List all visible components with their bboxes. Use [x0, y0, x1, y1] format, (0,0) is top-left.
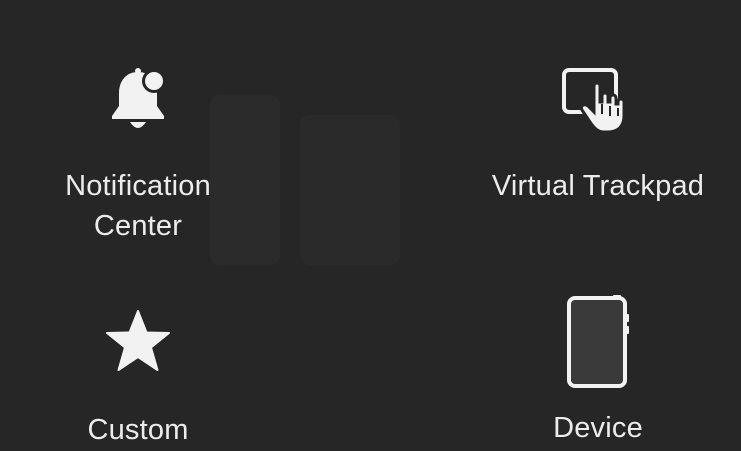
virtual-trackpad-button[interactable]: Virtual Trackpad — [468, 66, 728, 206]
notification-center-button[interactable]: Notification Center — [38, 66, 238, 246]
trackpad-icon — [562, 68, 626, 134]
device-icon — [567, 295, 629, 388]
star-icon — [106, 310, 170, 371]
device-button[interactable]: Device — [498, 294, 698, 448]
bell-icon — [112, 68, 166, 128]
device-label: Device — [553, 408, 643, 448]
label-line: Custom — [87, 414, 189, 446]
custom-label: Custom — [87, 410, 188, 450]
notification-center-label: Notification Center — [65, 166, 211, 246]
label-line: Device — [553, 412, 643, 444]
custom-button[interactable]: Custom — [38, 308, 238, 450]
label-line: Center — [93, 210, 183, 242]
label-line: Virtual Trackpad — [491, 170, 705, 202]
virtual-trackpad-label: Virtual Trackpad — [492, 166, 704, 206]
label-line: Notification — [65, 170, 211, 202]
assistive-touch-menu: Notification Center Virtual Trackpad Cus… — [0, 0, 741, 451]
